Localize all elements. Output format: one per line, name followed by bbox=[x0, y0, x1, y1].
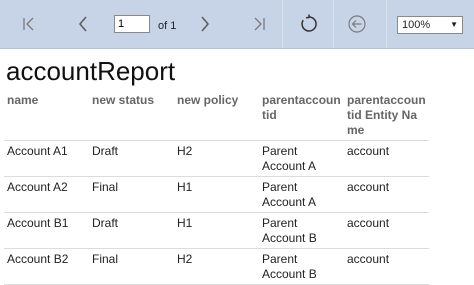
column-header-name: name bbox=[7, 93, 39, 107]
cell-new-policy: H1 bbox=[174, 212, 259, 249]
previous-page-icon bbox=[77, 15, 89, 33]
cell-entity-name: account bbox=[344, 140, 429, 177]
first-page-icon bbox=[22, 16, 36, 32]
column-header-new-policy: new policy bbox=[177, 93, 239, 107]
first-page-button[interactable] bbox=[16, 10, 42, 38]
back-icon bbox=[347, 14, 367, 34]
back-button[interactable] bbox=[344, 10, 370, 38]
cell-new-status: Draft bbox=[89, 140, 174, 177]
cell-new-policy: H1 bbox=[174, 176, 259, 213]
table-row: Account B2 Final H2 Parent Account B acc… bbox=[4, 248, 429, 285]
cell-new-status: Final bbox=[89, 248, 174, 285]
cell-new-policy: H2 bbox=[174, 248, 259, 285]
page-count-label: of 1 bbox=[158, 20, 177, 32]
cell-new-policy: H2 bbox=[174, 140, 259, 177]
report-table: name new status new policy parentaccount… bbox=[4, 91, 429, 285]
refresh-icon bbox=[299, 14, 319, 34]
cell-parent-account: Parent Account A bbox=[259, 176, 344, 213]
previous-page-button[interactable] bbox=[70, 10, 96, 38]
report-title: accountReport bbox=[6, 56, 176, 86]
toolbar-divider bbox=[282, 0, 283, 48]
table-row: Account A1 Draft H2 Parent Account A acc… bbox=[4, 140, 429, 177]
column-header-parentaccountid: parentaccountid bbox=[262, 93, 341, 122]
toolbar-divider bbox=[386, 0, 387, 48]
cell-name: Account A2 bbox=[4, 176, 89, 213]
next-page-button[interactable] bbox=[192, 10, 218, 38]
table-row: Account A2 Final H1 Parent Account A acc… bbox=[4, 176, 429, 213]
cell-parent-account: Parent Account B bbox=[259, 248, 344, 285]
page-number-input[interactable] bbox=[114, 15, 150, 33]
cell-parent-account: Parent Account A bbox=[259, 140, 344, 177]
cell-entity-name: account bbox=[344, 212, 429, 249]
column-header-parentaccountid-entity-name: parentaccountid Entity Name bbox=[347, 93, 426, 137]
report-viewer-toolbar: of 1 100% ▼ bbox=[0, 0, 474, 49]
table-row: Account B1 Draft H1 Parent Account B acc… bbox=[4, 212, 429, 249]
cell-entity-name: account bbox=[344, 248, 429, 285]
refresh-button[interactable] bbox=[296, 10, 322, 38]
last-page-icon bbox=[252, 16, 266, 32]
cell-entity-name: account bbox=[344, 176, 429, 213]
next-page-icon bbox=[199, 15, 211, 33]
cell-name: Account B1 bbox=[4, 212, 89, 249]
column-header-new-status: new status bbox=[92, 93, 155, 107]
zoom-select[interactable]: 100% ▼ bbox=[397, 16, 463, 34]
zoom-value: 100% bbox=[402, 19, 431, 31]
cell-name: Account A1 bbox=[4, 140, 89, 177]
cell-new-status: Final bbox=[89, 176, 174, 213]
cell-new-status: Draft bbox=[89, 212, 174, 249]
chevron-down-icon: ▼ bbox=[450, 20, 458, 29]
last-page-button[interactable] bbox=[246, 10, 272, 38]
table-header-row: name new status new policy parentaccount… bbox=[4, 91, 429, 141]
toolbar-divider bbox=[333, 0, 334, 48]
cell-parent-account: Parent Account B bbox=[259, 212, 344, 249]
cell-name: Account B2 bbox=[4, 248, 89, 285]
